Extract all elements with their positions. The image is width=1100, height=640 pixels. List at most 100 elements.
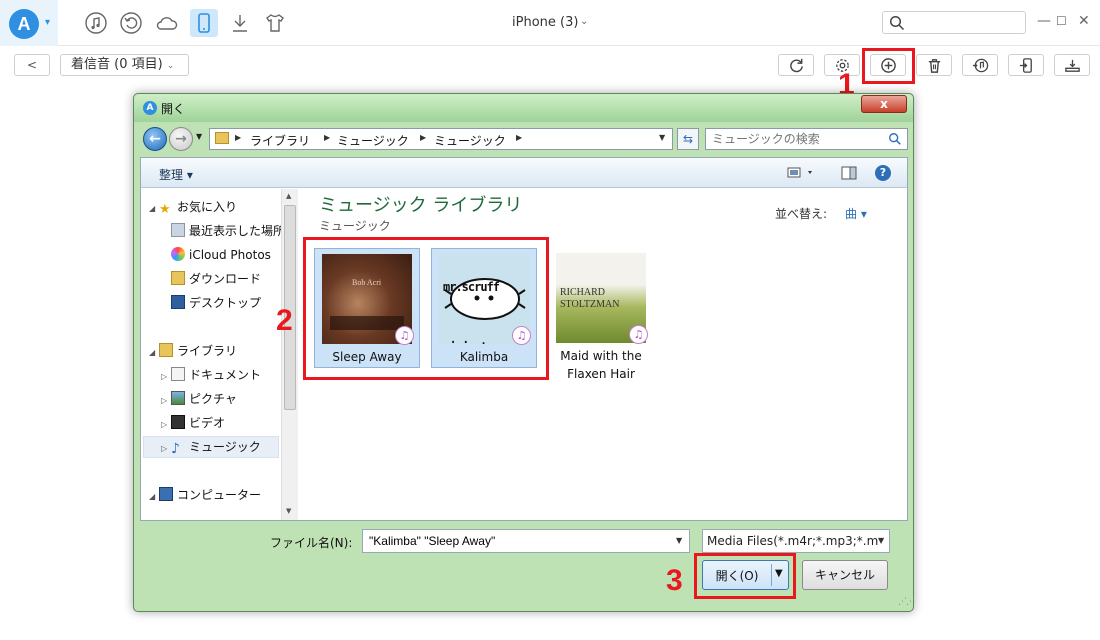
address-bar[interactable]: ▶ ライブラリ ▶ ミュージック ▶ ミュージック ▶ ▼ [209, 128, 673, 150]
to-device-button[interactable] [1008, 54, 1044, 76]
restore-icon[interactable] [119, 11, 143, 35]
music-note-icon: ♪ [171, 441, 180, 457]
sort-dropdown[interactable]: 曲 ▾ [845, 205, 867, 222]
preview-pane-button[interactable] [841, 166, 857, 183]
dialog-close-button[interactable]: x [861, 95, 907, 113]
view-options-button[interactable] [787, 166, 817, 183]
expand-icon[interactable]: ▷ [161, 391, 171, 411]
nav-downloads[interactable]: ダウンロード [171, 269, 261, 289]
chevron-down-icon[interactable]: ▾ [45, 17, 50, 28]
nav-music[interactable]: ▷ ♪ ミュージック [161, 437, 261, 457]
file-name-label: Maid with the Flaxen Hair [560, 349, 642, 381]
to-computer-icon [1065, 59, 1080, 72]
nav-pictures[interactable]: ▷ ピクチャ [161, 389, 237, 409]
filename-dropdown[interactable]: ▼ [676, 536, 682, 545]
nav-computer[interactable]: ◢ コンピューター [149, 485, 261, 505]
filetype-value: Media Files(*.m4r;*.mp3;*.m [707, 534, 879, 548]
view-icon [787, 167, 812, 178]
nav-forward-button[interactable]: → [169, 127, 193, 151]
expand-icon[interactable]: ▷ [161, 415, 171, 435]
cancel-button[interactable]: キャンセル [802, 560, 888, 590]
scroll-up-icon[interactable]: ▲ [286, 192, 291, 200]
search-box[interactable] [882, 11, 1026, 34]
dialog-refresh-button[interactable]: ⇆ [677, 128, 699, 150]
chevron-right-icon: ▶ [235, 133, 242, 142]
navigation-pane: ◢ ★ お気に入り 最近表示した場所 iCloud Photos ダウンロード デス… [141, 189, 298, 520]
nav-recent-places[interactable]: 最近表示した場所 [171, 221, 285, 241]
breadcrumb-music-sub[interactable]: ミュージック [434, 132, 506, 149]
phone-icon[interactable] [190, 9, 218, 37]
category-label: 着信音 (0 項目) [71, 57, 163, 72]
preview-pane-icon [841, 166, 857, 180]
device-title[interactable]: iPhone (3) [512, 15, 578, 30]
delete-button[interactable] [916, 54, 952, 76]
pictures-icon [171, 391, 185, 405]
filename-input[interactable] [362, 529, 690, 553]
highlight-selected-files [303, 237, 549, 380]
app-logo-icon: A [9, 9, 39, 39]
nav-videos[interactable]: ▷ ビデオ [161, 413, 225, 433]
command-bar: 整理 ▾ ? [141, 158, 907, 188]
step-number-3: 3 [666, 564, 683, 597]
collapse-icon[interactable]: ◢ [149, 199, 159, 219]
chevron-right-icon[interactable]: ▶ [516, 133, 522, 142]
highlight-open-button [694, 553, 796, 599]
to-itunes-icon [972, 58, 989, 73]
recent-places-icon [171, 223, 185, 237]
dialog-search-input[interactable] [712, 131, 882, 147]
nav-icloud-photos[interactable]: iCloud Photos [171, 245, 271, 265]
nav-scrollbar[interactable]: ▲ ▼ [281, 189, 298, 520]
nav-back-button[interactable]: ← [143, 127, 167, 151]
recent-locations-dropdown[interactable]: ▼ [196, 132, 202, 141]
chevron-right-icon[interactable]: ▶ [324, 133, 330, 142]
delete-icon [928, 59, 941, 73]
filetype-dropdown-arrow[interactable]: ▼ [878, 536, 884, 545]
chevron-down-icon[interactable]: ⌄ [580, 16, 588, 27]
nav-favorites[interactable]: ◢ ★ お気に入り [149, 197, 237, 217]
to-device-icon [1019, 58, 1032, 73]
chevron-down-icon: ⌄ [166, 61, 175, 71]
library-subtitle: ミュージック [319, 219, 391, 233]
collapse-icon[interactable]: ◢ [149, 343, 159, 363]
to-computer-button[interactable] [1054, 54, 1090, 76]
shirt-icon[interactable] [263, 11, 287, 35]
expand-icon[interactable]: ▷ [161, 439, 171, 459]
scroll-down-icon[interactable]: ▼ [286, 507, 291, 515]
filetype-select[interactable]: Media Files(*.m4r;*.mp3;*.m [702, 529, 890, 553]
collapse-icon[interactable]: ◢ [149, 487, 159, 507]
computer-icon [159, 487, 173, 501]
file-tile-maid-with-the-flaxen-hair[interactable]: RICHARD STOLTZMAN ♫ Maid with the Flaxen… [549, 248, 655, 381]
chevron-right-icon[interactable]: ▶ [420, 133, 426, 142]
nav-documents[interactable]: ▷ ドキュメント [161, 365, 261, 385]
to-itunes-button[interactable] [962, 54, 998, 76]
expand-icon[interactable]: ▷ [161, 367, 171, 387]
category-dropdown[interactable]: 着信音 (0 項目) ⌄ [60, 54, 189, 76]
dialog-titlebar[interactable]: A 開く x [134, 94, 913, 122]
nav-desktop[interactable]: デスクトップ [171, 293, 261, 313]
download-icon[interactable] [228, 11, 252, 35]
itunes-music-icon: ♫ [629, 325, 648, 344]
music-icon[interactable] [84, 11, 108, 35]
close-button[interactable]: ✕ [1078, 13, 1090, 29]
minimize-button[interactable]: — [1037, 13, 1051, 29]
nav-libraries[interactable]: ◢ ライブラリ [149, 341, 237, 361]
back-button[interactable]: < [14, 54, 50, 76]
dialog-search-box[interactable] [705, 128, 908, 150]
breadcrumb-music[interactable]: ミュージック [337, 132, 409, 149]
app-icon: A [143, 101, 157, 115]
organize-menu[interactable]: 整理 ▾ [159, 166, 193, 183]
help-button[interactable]: ? [875, 165, 891, 181]
refresh-button[interactable] [778, 54, 814, 76]
address-dropdown[interactable]: ▼ [659, 133, 665, 142]
sort-label: 並べ替え: [775, 207, 828, 221]
breadcrumb-library[interactable]: ライブラリ [250, 132, 310, 149]
downloads-folder-icon [171, 271, 185, 285]
app-header: A ▾ iPhone (3) ⌄ — ☐ ✕ [0, 0, 1100, 46]
resize-grip[interactable]: ⋰⋰ [898, 597, 915, 607]
search-input[interactable] [909, 14, 1019, 31]
maximize-button[interactable]: ☐ [1056, 14, 1067, 28]
cloud-icon[interactable] [155, 11, 179, 35]
app-logo[interactable]: A ▾ [0, 0, 58, 46]
step-number-2: 2 [276, 304, 293, 337]
dialog-title: 開く [161, 102, 186, 116]
